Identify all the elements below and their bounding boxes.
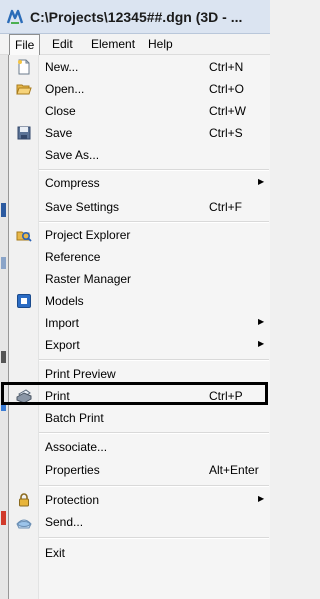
models-icon bbox=[17, 294, 31, 308]
project-explorer-icon bbox=[16, 231, 32, 242]
menu-item-label: Project Explorer bbox=[45, 228, 131, 242]
menu-item-label: Save bbox=[45, 126, 73, 140]
menu-item-associate[interactable]: Associate... bbox=[9, 436, 271, 458]
open-folder-icon bbox=[16, 84, 32, 95]
menu-item-models[interactable]: Models bbox=[9, 290, 271, 312]
menu-item-protection[interactable]: Protection ▶ bbox=[9, 489, 271, 511]
new-file-icon bbox=[18, 59, 30, 75]
menu-item-save-as[interactable]: Save As... bbox=[9, 144, 271, 166]
menu-item-raster-manager[interactable]: Raster Manager bbox=[9, 268, 271, 290]
menu-item-batch-print[interactable]: Batch Print bbox=[9, 407, 271, 429]
menu-item-shortcut: Ctrl+O bbox=[209, 82, 245, 96]
menu-item-import[interactable]: Import ▶ bbox=[9, 312, 271, 334]
menu-separator bbox=[39, 432, 269, 434]
menu-item-label: New... bbox=[45, 60, 79, 74]
menu-item-save-settings[interactable]: Save Settings Ctrl+F bbox=[9, 196, 271, 218]
background-toolbar-icon bbox=[1, 203, 6, 217]
menu-separator bbox=[39, 485, 269, 487]
menu-item-label: Compress bbox=[45, 176, 100, 190]
menu-item-open[interactable]: Open... Ctrl+O bbox=[9, 78, 271, 100]
submenu-arrow-icon: ▶ bbox=[258, 317, 265, 326]
menu-separator bbox=[39, 221, 269, 223]
menu-separator bbox=[39, 359, 269, 361]
menu-edit[interactable]: Edit bbox=[52, 37, 73, 51]
menu-item-print[interactable]: Print Ctrl+P bbox=[9, 385, 271, 407]
background-toolbar-icon bbox=[1, 351, 6, 363]
menu-item-send[interactable]: Send... bbox=[9, 511, 271, 533]
menu-item-label: Send... bbox=[45, 515, 84, 529]
menu-item-print-preview[interactable]: Print Preview bbox=[9, 363, 271, 385]
padlock-icon bbox=[19, 493, 29, 507]
window-title-bar: C:\Projects\12345##.dgn (3D - ... bbox=[0, 0, 270, 34]
menu-item-label: Save As... bbox=[45, 148, 100, 162]
menu-item-compress[interactable]: Compress ▶ bbox=[9, 172, 271, 194]
menu-item-project-explorer[interactable]: Project Explorer bbox=[9, 224, 271, 246]
menu-item-properties[interactable]: Properties Alt+Enter bbox=[9, 459, 271, 481]
menu-item-save[interactable]: Save Ctrl+S bbox=[9, 122, 271, 144]
menu-item-label: Models bbox=[45, 294, 84, 308]
submenu-arrow-icon: ▶ bbox=[258, 177, 265, 186]
menu-item-label: Reference bbox=[45, 250, 101, 264]
background-toolbar-icon bbox=[1, 257, 6, 269]
background-toolbar-icon bbox=[1, 403, 6, 411]
menu-item-label: Open... bbox=[45, 82, 85, 96]
menu-item-label: Raster Manager bbox=[45, 272, 132, 286]
menu-item-close[interactable]: Close Ctrl+W bbox=[9, 100, 271, 122]
background-window-edge bbox=[0, 55, 8, 599]
menu-item-export[interactable]: Export ▶ bbox=[9, 334, 271, 356]
menu-item-label: Batch Print bbox=[45, 411, 104, 425]
menu-item-label: Print Preview bbox=[45, 367, 116, 381]
menu-item-label: Save Settings bbox=[45, 200, 120, 214]
submenu-arrow-icon: ▶ bbox=[258, 494, 265, 503]
menu-item-new[interactable]: New... Ctrl+N bbox=[9, 56, 271, 78]
save-disk-icon bbox=[17, 126, 31, 140]
menu-item-shortcut: Ctrl+F bbox=[209, 200, 242, 214]
file-menu-dropdown: New... Ctrl+N Open... Ctrl+O Close Ctrl+… bbox=[8, 55, 270, 599]
window-title: C:\Projects\12345##.dgn (3D - ... bbox=[30, 8, 243, 25]
menu-item-label: Properties bbox=[45, 463, 100, 477]
menu-item-reference[interactable]: Reference bbox=[9, 246, 271, 268]
menu-file[interactable]: File bbox=[9, 34, 41, 55]
menu-item-shortcut: Ctrl+P bbox=[209, 389, 243, 403]
menu-item-shortcut: Ctrl+N bbox=[209, 60, 244, 74]
menu-item-label: Export bbox=[45, 338, 80, 352]
menu-help[interactable]: Help bbox=[148, 37, 173, 51]
menu-separator bbox=[39, 537, 269, 539]
microstation-app-icon bbox=[6, 9, 24, 24]
printer-icon bbox=[16, 389, 32, 404]
menu-item-label: Associate... bbox=[45, 440, 108, 454]
menu-separator bbox=[39, 169, 269, 171]
menu-bar: File Edit Element Help bbox=[0, 34, 270, 55]
menu-item-label: Print bbox=[45, 389, 70, 403]
menu-item-exit[interactable]: Exit bbox=[9, 542, 271, 564]
background-toolbar-icon bbox=[1, 511, 6, 525]
submenu-arrow-icon: ▶ bbox=[258, 339, 265, 348]
menu-item-label: Import bbox=[45, 316, 80, 330]
menu-item-label: Exit bbox=[45, 546, 66, 560]
menu-item-shortcut: Alt+Enter bbox=[209, 463, 259, 477]
menu-item-label: Protection bbox=[45, 493, 100, 507]
menu-item-shortcut: Ctrl+S bbox=[209, 126, 243, 140]
menu-item-label: Close bbox=[45, 104, 76, 118]
menu-element[interactable]: Element bbox=[91, 37, 135, 51]
send-icon bbox=[16, 519, 32, 529]
menu-item-shortcut: Ctrl+W bbox=[209, 104, 246, 118]
